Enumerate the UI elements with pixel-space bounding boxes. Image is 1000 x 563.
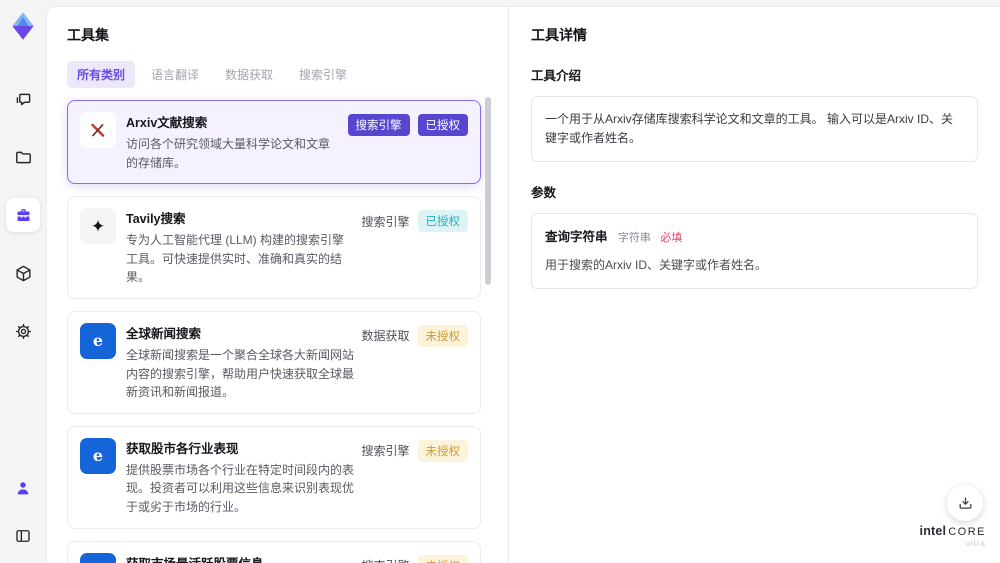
tool-card-desc: 提供股票市场各个行业在特定时间段内的表现。投资者可以利用这些信息来识别表现优于或…	[126, 462, 355, 514]
auth-status-badge: 已授权	[417, 114, 468, 136]
tool-card-title: Arxiv文献搜索	[126, 116, 208, 130]
list-scrollbar-thumb[interactable]	[485, 97, 491, 285]
tab-all-categories[interactable]: 所有类别	[67, 61, 136, 88]
intro-box: 一个用于从Arxiv存储库搜索科学论文和文章的工具。 输入可以是Arxiv ID…	[531, 96, 978, 163]
download-icon	[957, 495, 974, 512]
stock-tool-icon: e	[80, 437, 116, 474]
tool-card-title: 全球新闻搜索	[126, 326, 202, 341]
category-label: 搜索引擎	[361, 557, 409, 563]
tool-card-desc: 访问各个研究领域大量科学论文和文章的存储库。	[126, 137, 331, 170]
param-type: 字符串	[617, 232, 651, 245]
app-logo-icon[interactable]	[5, 8, 41, 44]
auth-status-badge: 未授权	[417, 439, 468, 462]
sidebar-item-chat[interactable]	[6, 82, 40, 116]
sidebar-item-account[interactable]	[6, 471, 40, 505]
content-area: 工具集 所有类别 语言翻译 数据获取 搜索引擎 Arxiv文献搜索 访问各个研究…	[46, 6, 1000, 563]
download-button[interactable]	[947, 485, 983, 521]
category-label: 搜索引擎	[361, 214, 410, 229]
auth-status-badge: 已授权	[417, 210, 468, 233]
tool-card-title: Tavily搜索	[126, 212, 186, 227]
app-root: 工具集 所有类别 语言翻译 数据获取 搜索引擎 Arxiv文献搜索 访问各个研究…	[0, 0, 1000, 563]
intro-text: 一个用于从Arxiv存储库搜索科学论文和文章的工具。 输入可以是Arxiv ID…	[545, 112, 954, 146]
intel-wordmark: intel	[919, 523, 947, 538]
tool-card-desc: 全球新闻搜索是一个聚合全球各大新闻网站内容的搜索引擎，帮助用户快速获取全球最新资…	[126, 347, 355, 400]
tab-search-engine[interactable]: 搜索引擎	[289, 61, 357, 88]
stock-tool-icon: e	[80, 552, 116, 563]
params-heading: 参数	[531, 186, 557, 201]
param-required-badge: 必填	[660, 232, 683, 245]
tool-card-title: 获取市场最活跃股票信息	[126, 553, 355, 563]
cube-icon	[14, 264, 33, 283]
param-name: 查询字符串	[545, 230, 608, 245]
category-badge: 搜索引擎	[347, 114, 410, 136]
tool-card-arxiv[interactable]: Arxiv文献搜索 访问各个研究领域大量科学论文和文章的存储库。 搜索引擎 已授…	[67, 100, 481, 185]
tool-card-title: 获取股市各行业表现	[126, 441, 239, 456]
intro-heading: 工具介绍	[531, 69, 582, 83]
intel-core-logo: intel CORE ultra	[920, 522, 986, 549]
tool-card-active-stocks[interactable]: e 获取市场最活跃股票信息 提供当天交易量最高的股票列表，投资者可以利用这些信息…	[67, 540, 481, 563]
category-tabs: 所有类别 语言翻译 数据获取 搜索引擎	[67, 61, 484, 88]
tool-list-pane: 工具集 所有类别 语言翻译 数据获取 搜索引擎 Arxiv文献搜索 访问各个研究…	[47, 7, 508, 563]
category-label: 搜索引擎	[361, 444, 410, 459]
tab-data-fetch[interactable]: 数据获取	[215, 61, 283, 88]
user-avatar-icon	[14, 479, 32, 497]
arxiv-logo-icon	[80, 112, 116, 148]
panel-collapse-icon	[14, 527, 32, 545]
tavily-logo-icon: ✦	[80, 208, 116, 245]
toolbox-icon	[14, 206, 33, 225]
ultra-wordmark: ultra	[965, 539, 986, 549]
sidebar-item-models[interactable]	[6, 256, 40, 290]
auth-status-badge: 未授权	[417, 324, 468, 347]
tab-language-translation[interactable]: 语言翻译	[141, 61, 209, 88]
chat-icon	[14, 90, 33, 109]
sidebar-item-files[interactable]	[6, 140, 40, 174]
page-title: 工具集	[67, 27, 109, 43]
tool-card-tavily[interactable]: ✦ Tavily搜索 专为人工智能代理 (LLM) 构建的搜索引擎工具。可快速提…	[67, 196, 481, 299]
sidebar-nav	[6, 82, 40, 348]
sidebar	[0, 0, 46, 563]
sidebar-item-collapse[interactable]	[6, 519, 40, 553]
tool-card-list: Arxiv文献搜索 访问各个研究领域大量科学论文和文章的存储库。 搜索引擎 已授…	[67, 100, 481, 563]
folder-icon	[14, 148, 33, 167]
tool-detail-pane: 工具详情 工具介绍 一个用于从Arxiv存储库搜索科学论文和文章的工具。 输入可…	[508, 7, 1000, 563]
category-label: 数据获取	[361, 329, 410, 344]
news-tool-icon: e	[80, 322, 116, 359]
tool-card-desc: 专为人工智能代理 (LLM) 构建的搜索引擎工具。可快速提供实时、准确和真实的结…	[126, 233, 345, 285]
param-desc: 用于搜索的Arxiv ID、关键字或作者姓名。	[545, 257, 768, 272]
sidebar-item-settings[interactable]	[6, 314, 40, 348]
param-box: 查询字符串 字符串 必填 用于搜索的Arxiv ID、关键字或作者姓名。	[531, 213, 978, 290]
auth-status-badge: 未授权	[417, 554, 468, 563]
core-wordmark: CORE	[948, 525, 986, 538]
tool-card-global-news[interactable]: e 全球新闻搜索 全球新闻搜索是一个聚合全球各大新闻网站内容的搜索引擎，帮助用户…	[67, 310, 481, 414]
sidebar-item-tools[interactable]	[6, 198, 40, 232]
tool-card-sector-performance[interactable]: e 获取股市各行业表现 提供股票市场各个行业在特定时间段内的表现。投资者可以利用…	[67, 425, 481, 529]
detail-title: 工具详情	[531, 27, 587, 43]
gear-icon	[14, 322, 33, 341]
sidebar-bottom	[6, 471, 40, 553]
